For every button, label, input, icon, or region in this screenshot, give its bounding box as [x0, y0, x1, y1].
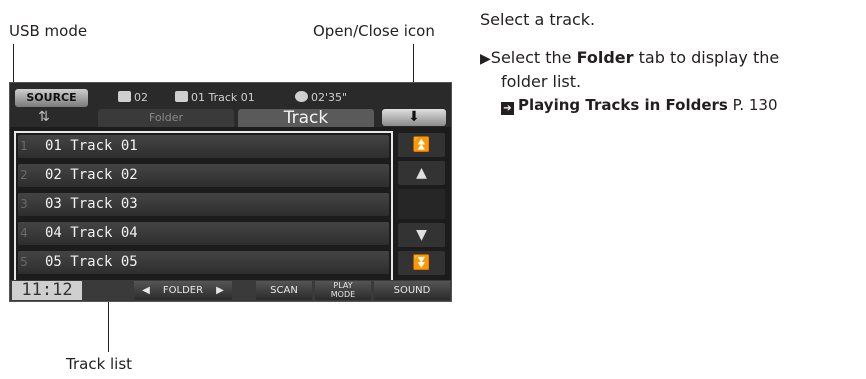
usb-icon: ⇅ [38, 109, 50, 125]
play-mode-line-1: PLAY [333, 281, 353, 290]
elapsed-time: 02'35" [311, 91, 348, 104]
track-index: 3 [20, 197, 28, 211]
music-note-icon [175, 91, 188, 102]
track-list-callout: Track list [66, 355, 133, 373]
sub-step-line-2: folder list. [501, 72, 582, 91]
track-title: 02 Track 02 [45, 167, 138, 183]
tab-track[interactable]: Track [238, 109, 374, 127]
reference-title: Playing Tracks in Folders [518, 96, 728, 114]
scan-button[interactable]: SCAN [256, 281, 312, 300]
track-index: 5 [20, 255, 28, 269]
reference-link[interactable]: ➔ Playing Tracks in Folders P. 130 [501, 96, 778, 115]
list-item[interactable]: 5 05 Track 05 [18, 251, 389, 274]
tab-folder[interactable]: Folder [98, 109, 234, 127]
track-info: 01 Track 01 [191, 91, 255, 104]
track-index: 1 [20, 139, 28, 153]
open-close-icon[interactable]: ⬇ [382, 109, 446, 126]
track-title: 04 Track 04 [45, 225, 138, 241]
track-index: 4 [20, 226, 28, 240]
folder-icon [118, 91, 131, 102]
top-bar: SOURCE 02 01 Track 01 02'35" ⇅ Folder Tr… [10, 83, 451, 127]
track-title: 03 Track 03 [45, 196, 138, 212]
sound-button[interactable]: SOUND [374, 281, 450, 300]
folder-label: FOLDER [158, 281, 208, 300]
step-text: Select a track. [480, 10, 596, 29]
play-mode-line-2: MODE [330, 290, 356, 299]
audio-screen: SOURCE 02 01 Track 01 02'35" ⇅ Folder Tr… [9, 82, 452, 302]
track-title: 05 Track 05 [45, 254, 138, 270]
list-item[interactable]: 2 02 Track 02 [18, 164, 389, 187]
down-arrow-icon[interactable]: ▼ [398, 223, 445, 247]
folder-number: 02 [134, 91, 148, 104]
sub-step-line-1: ▶Select the Folder tab to display the [480, 48, 779, 67]
prev-folder-button[interactable]: ◀ [134, 281, 158, 300]
next-folder-button[interactable]: ▶ [208, 281, 232, 300]
clock-display: 11:12 [12, 281, 82, 300]
reference-arrow-icon: ➔ [501, 102, 514, 115]
up-arrow-icon[interactable]: ▲ [398, 161, 445, 185]
scroll-track [398, 189, 445, 219]
sub-prefix: Select the [490, 48, 577, 67]
reference-page: P. 130 [727, 96, 778, 114]
folder-status: 02 [118, 89, 148, 107]
list-item[interactable]: 3 03 Track 03 [18, 193, 389, 216]
list-item[interactable]: 1 01 Track 01 [18, 135, 389, 158]
clock-icon [295, 91, 308, 102]
play-mode-button[interactable]: PLAY MODE [315, 281, 371, 300]
track-index: 2 [20, 168, 28, 182]
usb-mode-callout: USB mode [9, 22, 88, 40]
open-close-icon-callout: Open/Close icon [313, 22, 435, 40]
track-list: 1 01 Track 01 2 02 Track 02 3 03 Track 0… [14, 131, 393, 284]
time-status: 02'35" [295, 89, 347, 107]
track-status: 01 Track 01 [175, 89, 255, 107]
double-up-arrow-icon[interactable]: ⏫ [398, 133, 445, 157]
list-item[interactable]: 4 04 Track 04 [18, 222, 389, 245]
folder-keyword: Folder [576, 48, 634, 67]
triangle-bullet-icon: ▶ [480, 51, 491, 67]
double-down-arrow-icon[interactable]: ⏬ [398, 251, 445, 275]
track-title: 01 Track 01 [45, 138, 138, 154]
source-button[interactable]: SOURCE [15, 89, 88, 107]
bottom-bar: 11:12 ◀ FOLDER ▶ SCAN PLAY MODE SOUND [10, 280, 451, 301]
sub-suffix: tab to display the [633, 48, 780, 67]
track-list-leader [108, 300, 109, 352]
